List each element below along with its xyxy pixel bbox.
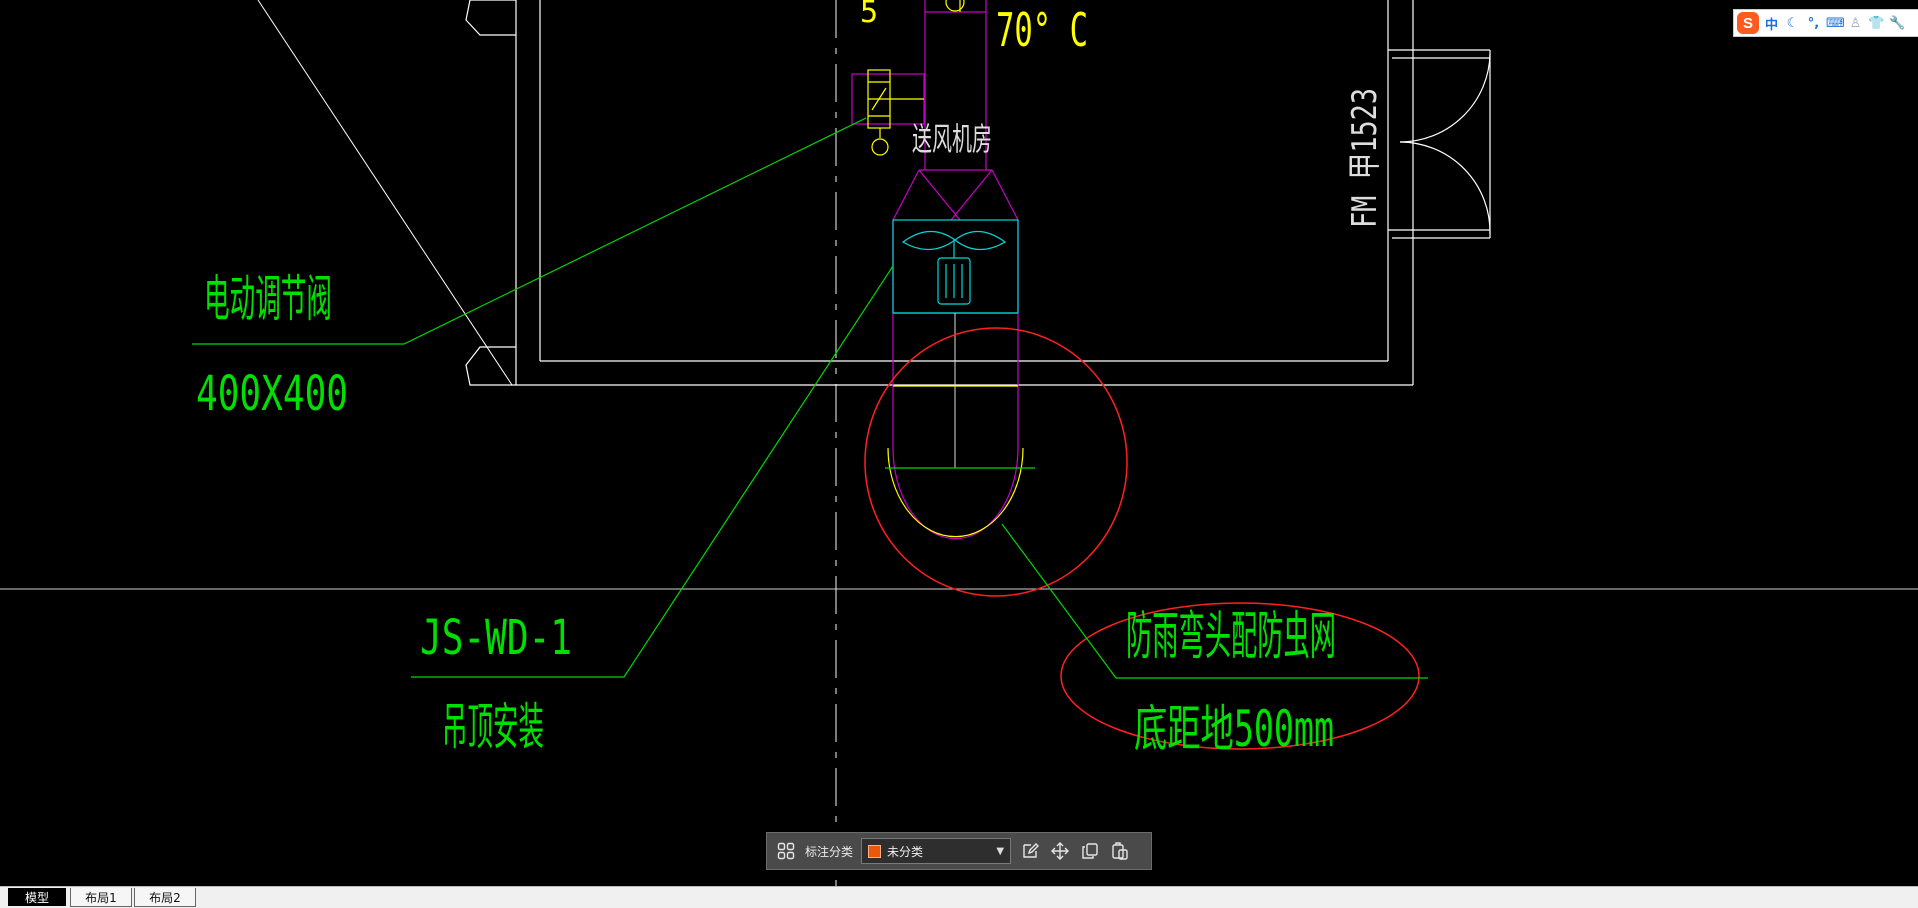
annotation-category-select[interactable]: 未分类 ▼ (861, 838, 1012, 864)
ime-toolbar[interactable]: S 中 ☾ °, ⌨ ♙ 👕 🔧 (1733, 9, 1918, 37)
label-valve-size: 400X400 (196, 366, 348, 422)
rain-elbow-symbol (885, 447, 1035, 540)
annotation-toolbar: 标注分类 未分类 ▼ (766, 832, 1152, 870)
label-door: FM 甲1523 (1345, 88, 1385, 228)
label-fan-model: JS-WD-1 (420, 610, 572, 666)
ime-halfwidth-icon[interactable]: ☾ (1784, 16, 1801, 31)
ime-language-toggle[interactable]: 中 (1763, 14, 1780, 33)
revision-cloud-circle (864, 327, 1128, 597)
layout-tab-bar: 模型 布局1 布局2 (0, 886, 1918, 908)
edit-icon[interactable] (1019, 840, 1041, 862)
copy-icon[interactable] (1079, 840, 1101, 862)
tab-layout2[interactable]: 布局2 (134, 888, 196, 907)
paste-icon[interactable] (1109, 840, 1131, 862)
room-walls (465, 0, 1491, 386)
label-room-name: 送风机房 (912, 120, 992, 158)
move-icon[interactable] (1049, 840, 1071, 862)
annotation-category-label: 标注分类 (805, 844, 854, 859)
cad-drawing-canvas[interactable]: 5 70° C 送风机房 FM 甲1523 电动调节阀 400X400 JS-W… (0, 0, 1918, 886)
annotation-category-value: 未分类 (887, 844, 924, 859)
label-temperature: 70° C (996, 3, 1088, 57)
category-color-swatch (868, 844, 882, 858)
duct-system (851, 0, 1019, 448)
ime-settings-icon[interactable]: 🔧 (1889, 16, 1906, 31)
label-valve-name: 电动调节阀 (204, 270, 332, 328)
chevron-down-icon: ▼ (996, 845, 1005, 857)
fan-symbol (892, 219, 1019, 314)
ime-user-icon[interactable]: ♙ (1847, 16, 1864, 31)
sogou-logo-icon[interactable]: S (1737, 12, 1759, 34)
ime-punctuation-icon[interactable]: °, (1805, 16, 1822, 31)
drawing-labels: 5 70° C 送风机房 FM 甲1523 电动调节阀 400X400 JS-W… (196, 0, 1385, 758)
tab-model[interactable]: 模型 (8, 888, 66, 906)
label-elbow-line1: 防雨弯头配防虫网 (1126, 607, 1336, 667)
tab-layout1[interactable]: 布局1 (70, 888, 132, 907)
ime-keyboard-icon[interactable]: ⌨ (1826, 16, 1845, 31)
label-top-digit: 5 (860, 0, 878, 30)
label-fan-install: 吊顶安装 (442, 698, 544, 756)
ime-skin-icon[interactable]: 👕 (1868, 16, 1885, 31)
label-elbow-line2: 底距地500mm (1134, 700, 1334, 758)
grid-icon[interactable] (775, 840, 797, 862)
leader-lines (192, 117, 1428, 679)
